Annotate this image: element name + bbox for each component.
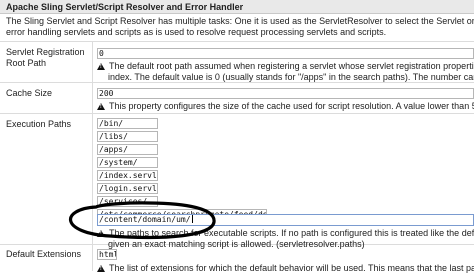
execution-path-input[interactable]: /apps/ [97, 144, 158, 155]
warning-triangle-icon [97, 103, 105, 110]
help-text: given an exact matching script is allowe… [108, 238, 365, 249]
execution-path-input[interactable]: /system/ [97, 157, 158, 168]
help-text: The list of extensions for which the def… [109, 263, 474, 273]
help-text: This property configures the size of the… [109, 101, 474, 111]
description-line-1: The Sling Servlet and Script Resolver ha… [6, 16, 474, 26]
divider [0, 82, 474, 83]
execution-path-input[interactable]: /services/ [97, 196, 158, 207]
help-text: The paths to search for executable scrip… [109, 228, 474, 238]
execution-path-input[interactable]: /libs/ [97, 131, 158, 142]
default-extensions-input[interactable]: html [97, 249, 117, 260]
help-text: The default root path assumed when regis… [109, 61, 474, 71]
execution-paths-help: The paths to search for executable scrip… [97, 228, 474, 249]
section-header: Apache Sling Servlet/Script Resolver and… [0, 0, 474, 14]
default-extensions-help: The list of extensions for which the def… [97, 263, 474, 274]
execution-paths-label: Execution Paths [6, 119, 72, 129]
column-divider [92, 42, 93, 271]
cache-size-label: Cache Size [6, 88, 53, 98]
help-text: index. The default value is 0 (usually s… [108, 71, 474, 82]
cache-size-help: This property configures the size of the… [97, 101, 474, 112]
default-extensions-label: Default Extensions [6, 249, 82, 259]
execution-path-input[interactable]: /index.servlet [97, 170, 158, 181]
servlet-root-path-label: Servlet Registration Root Path [6, 47, 85, 68]
divider [0, 113, 474, 114]
execution-path-value: /content/domain/um/ [99, 215, 191, 224]
execution-path-input[interactable]: /bin/ [97, 118, 158, 129]
section-description: The Sling Servlet and Script Resolver ha… [6, 16, 474, 37]
warning-triangle-icon [97, 63, 105, 70]
execution-path-input[interactable]: /login.servlet [97, 183, 158, 194]
text-cursor [191, 215, 193, 223]
warning-triangle-icon [97, 230, 105, 237]
execution-path-input-active[interactable]: /content/domain/um/ [97, 214, 474, 226]
cache-size-input[interactable]: 200 [97, 88, 474, 99]
description-line-2: error handling servlets and scripts as i… [6, 26, 387, 37]
divider [0, 41, 474, 42]
servlet-root-path-help: The default root path assumed when regis… [97, 61, 474, 82]
servlet-root-path-input[interactable]: 0 [97, 48, 474, 59]
